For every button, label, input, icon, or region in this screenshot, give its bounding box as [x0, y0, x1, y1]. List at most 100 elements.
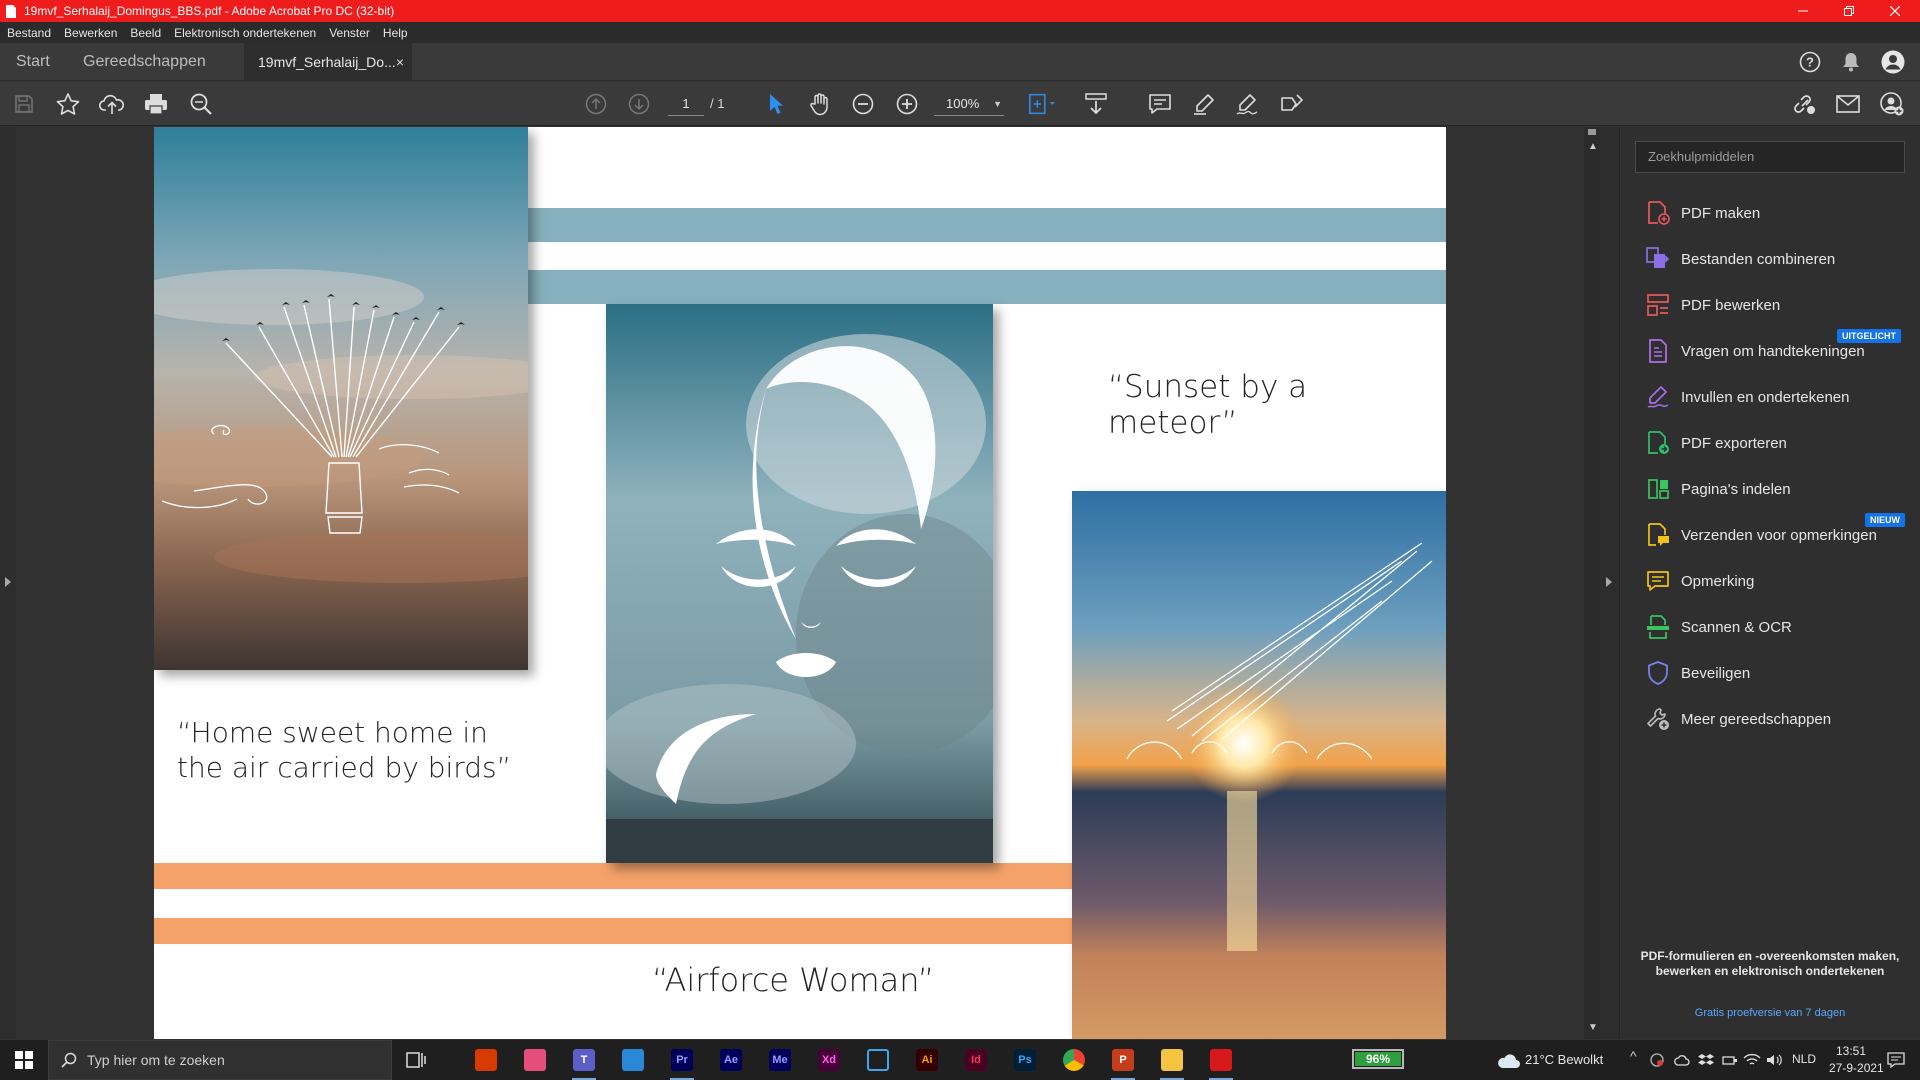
sign-icon[interactable] [1234, 91, 1262, 117]
tab-start[interactable]: Start [16, 43, 50, 81]
illustrator-icon: Ai [916, 1049, 938, 1071]
page-number-input[interactable]: 1 [668, 92, 704, 116]
caption-sunset-meteor: “Sunset by a meteor” [1108, 369, 1308, 441]
left-panel-toggle[interactable] [0, 127, 16, 1039]
creative-cloud-tray-icon[interactable] [1670, 1044, 1694, 1076]
tool-export-pdf[interactable]: PDF exporteren [1645, 425, 1915, 461]
scrollbar-thumb[interactable] [1588, 129, 1596, 135]
dropbox-tray-icon[interactable] [1694, 1044, 1718, 1076]
taskbar-app-acrobat-icon[interactable] [1201, 1044, 1241, 1080]
scroll-mode-icon[interactable] [1082, 91, 1110, 117]
bookmark-star-icon[interactable] [54, 91, 82, 117]
taskbar-app-media-encoder-icon[interactable]: Me [760, 1044, 800, 1076]
weather-text[interactable]: 21°C Bewolkt [1525, 1052, 1603, 1067]
menu-bewerken[interactable]: Bewerken [57, 26, 123, 40]
teams-icon: T [573, 1049, 595, 1071]
right-panel-toggle[interactable] [1600, 127, 1620, 1039]
pdf-page[interactable]: “Sunset by a meteor” “Home sweet home in… [154, 127, 1446, 1039]
taskbar-app-office-icon[interactable] [466, 1044, 506, 1076]
taskbar-app-powerpoint-icon[interactable]: P [1103, 1044, 1143, 1080]
next-page-icon[interactable] [625, 91, 653, 117]
tool-comment-label: Opmerking [1681, 572, 1755, 590]
network-tray-icon[interactable] [1645, 1044, 1669, 1076]
tool-more-tools[interactable]: Meer gereedschappen [1645, 701, 1915, 737]
page-fit-icon[interactable] [1028, 91, 1056, 117]
comment-icon[interactable] [1146, 91, 1174, 117]
hand-tool-icon[interactable] [806, 91, 834, 117]
tool-fill-sign-label: Invullen en ondertekenen [1681, 388, 1850, 406]
free-trial-link[interactable]: Gratis proefversie van 7 dagen [1635, 1007, 1905, 1019]
taskbar-app-chrome-icon[interactable] [1054, 1044, 1094, 1076]
wifi-tray-icon[interactable] [1740, 1044, 1764, 1076]
vertical-scrollbar[interactable]: ▲ ▼ [1584, 127, 1600, 1039]
taskbar-app-indesign-icon[interactable]: Id [956, 1044, 996, 1076]
tray-overflow-chevron-icon[interactable]: ^ [1630, 1048, 1637, 1064]
featured-badge: UITGELICHT [1837, 329, 1901, 343]
zoom-level-select[interactable]: 100% ▼ [934, 92, 1004, 116]
windows-start-button[interactable] [0, 1040, 48, 1080]
search-tools-input[interactable]: Zoekhulpmiddelen [1635, 141, 1905, 173]
more-tools-icon [1645, 706, 1671, 732]
menu-help[interactable]: Help [376, 26, 414, 40]
previous-page-icon[interactable] [582, 91, 610, 117]
print-icon[interactable] [142, 91, 170, 117]
taskbar-search-box[interactable]: Typ hier om te zoeken [48, 1040, 392, 1080]
tool-fill-sign[interactable]: Invullen en ondertekenen [1645, 379, 1915, 415]
add-user-icon[interactable] [1878, 91, 1906, 117]
zoom-out-icon[interactable] [849, 91, 877, 117]
tool-create-pdf[interactable]: PDF maken [1645, 195, 1915, 231]
scroll-down-icon[interactable]: ▼ [1588, 1022, 1598, 1033]
close-window-button[interactable] [1872, 0, 1918, 22]
select-cursor-icon[interactable] [762, 91, 790, 117]
highlight-pen-icon[interactable] [1190, 91, 1218, 117]
premiere-icon: Pr [671, 1049, 693, 1071]
language-indicator[interactable]: NLD [1792, 1052, 1816, 1066]
close-tab-icon[interactable]: × [396, 43, 404, 81]
notifications-icon[interactable] [1876, 1044, 1916, 1076]
taskbar-app-file-explorer-icon[interactable] [1152, 1044, 1192, 1080]
tool-comment[interactable]: Opmerking [1645, 563, 1915, 599]
comment-tool-icon [1645, 568, 1671, 594]
tab-bar: Start Gereedschappen 19mvf_Serhalaij_Do.… [0, 43, 1920, 81]
taskbar-app-after-effects-icon[interactable]: Ae [711, 1044, 751, 1076]
taskbar-app-teams-icon[interactable]: T [564, 1044, 604, 1080]
tab-document[interactable]: 19mvf_Serhalaij_Do... × [244, 43, 412, 81]
minimize-button[interactable] [1780, 0, 1826, 22]
orange-stripe-bottom [154, 918, 1074, 944]
scroll-up-icon[interactable]: ▲ [1588, 141, 1598, 152]
tool-combine-files[interactable]: Bestanden combineren [1645, 241, 1915, 277]
taskbar-app-vscode-icon[interactable] [858, 1044, 898, 1076]
account-avatar-icon[interactable] [1880, 49, 1906, 75]
tool-protect[interactable]: Beveiligen [1645, 655, 1915, 691]
share-link-icon[interactable] [1790, 91, 1818, 117]
taskbar-app-premiere-icon[interactable]: Pr [662, 1044, 702, 1080]
notification-bell-icon[interactable] [1838, 49, 1864, 75]
usb-tray-icon[interactable] [1718, 1044, 1742, 1076]
tab-tools[interactable]: Gereedschappen [83, 43, 206, 81]
menu-beeld[interactable]: Beeld [123, 26, 167, 40]
zoom-in-icon[interactable] [893, 91, 921, 117]
redact-tool-icon[interactable] [1278, 91, 1306, 117]
tool-organize-pages[interactable]: Pagina's indelen [1645, 471, 1915, 507]
save-icon[interactable] [10, 91, 38, 117]
blue-stripe-bottom [528, 270, 1446, 304]
taskbar-app-creative-cloud-icon[interactable] [515, 1044, 555, 1076]
taskbar-app-files-icon[interactable] [613, 1044, 653, 1076]
restore-button[interactable] [1826, 0, 1872, 22]
taskbar-app-illustrator-icon[interactable]: Ai [907, 1044, 947, 1076]
menu-elektronisch-ondertekenen[interactable]: Elektronisch ondertekenen [167, 26, 322, 40]
tool-edit-pdf[interactable]: PDF bewerken [1645, 287, 1915, 323]
help-icon[interactable]: ? [1797, 49, 1823, 75]
find-zoom-icon[interactable] [187, 91, 215, 117]
taskbar-app-photoshop-icon[interactable]: Ps [1005, 1044, 1045, 1076]
email-icon[interactable] [1834, 91, 1862, 117]
volume-tray-icon[interactable] [1762, 1044, 1786, 1076]
tool-scan-ocr[interactable]: Scannen & OCR [1645, 609, 1915, 645]
taskbar-app-xd-icon[interactable]: Xd [809, 1044, 849, 1076]
menu-venster[interactable]: Venster [322, 26, 376, 40]
task-view-icon[interactable] [396, 1044, 436, 1076]
cloud-upload-icon[interactable] [98, 91, 126, 117]
clock-time[interactable]: 13:51 [1836, 1044, 1866, 1058]
menu-bestand[interactable]: Bestand [0, 26, 57, 40]
weather-cloud-icon[interactable] [1488, 1044, 1528, 1076]
